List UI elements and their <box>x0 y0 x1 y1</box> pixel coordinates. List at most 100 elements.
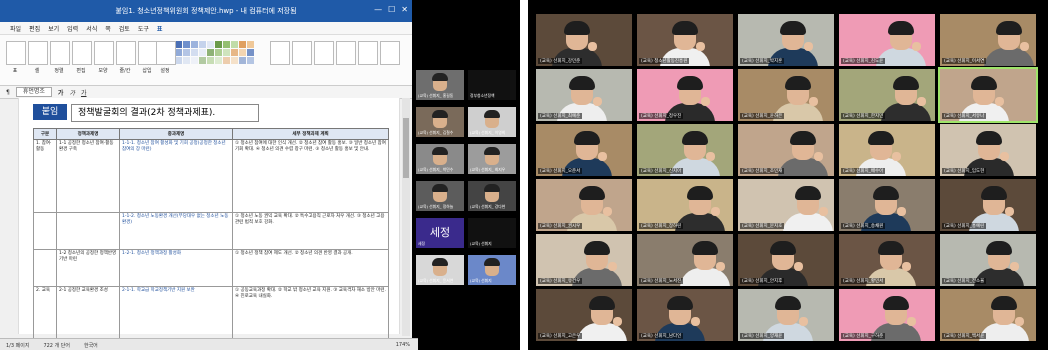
table-cell[interactable]: ① 청소년 노동 권익 교육 확대. ② 특수고용직 근로자 처우 개선. ③ … <box>232 212 389 250</box>
participant-video-tile[interactable]: (교육) 선휘지_이서연 <box>940 14 1036 66</box>
participant-video-tile[interactable]: (교육) 선휘지_장하린 <box>637 179 733 231</box>
zoom-level[interactable]: 174% <box>396 342 410 348</box>
participant-video-tile[interactable]: (교육) 선휘지_전소율 <box>940 234 1036 286</box>
table-cell[interactable]: 1. 참여·활동 <box>33 139 57 213</box>
table-style-swatches[interactable] <box>175 41 254 64</box>
ribbon-button[interactable] <box>138 41 158 65</box>
menu-item[interactable]: 파일 <box>10 24 21 33</box>
table-cell[interactable] <box>33 212 57 250</box>
participant-thumbnail[interactable]: (교육) 선휘지 <box>468 218 516 248</box>
ribbon-button[interactable] <box>292 41 312 65</box>
participant-thumbnail[interactable]: 정부청소년정책 <box>468 70 516 100</box>
participant-thumbnail[interactable]: (교육) 선휘지_ 김철수 <box>416 107 464 137</box>
participant-thumbnail[interactable]: (교육) 선휘지_ 윤서연 <box>416 255 464 285</box>
menu-item[interactable]: 서식 <box>86 24 97 33</box>
participant-video-tile[interactable]: (교육) 선휘지_오준서 <box>536 124 632 176</box>
participant-thumbnail[interactable]: (교육) 선휘지_ 홍길동 <box>416 70 464 100</box>
table-cell[interactable]: 1-1-2. 청소년 노동환경 개선(부당대우 없는 청소년 노동환경) <box>119 212 233 250</box>
vertical-scrollbar[interactable] <box>402 98 410 336</box>
ribbon-button[interactable] <box>336 41 356 65</box>
menu-item[interactable]: 편집 <box>29 24 40 33</box>
participant-video-tile[interactable]: (교육) 선휘지_양재윤 <box>738 289 834 341</box>
table-cell[interactable]: ① 청소년 정책 참여 제도 개선. ② 청소년 의견 반영 결과 공개. <box>232 249 389 287</box>
ribbon-button[interactable] <box>380 41 400 65</box>
participant-video-tile[interactable]: (교육) 선휘지_서유나 <box>938 67 1038 123</box>
ribbon-button[interactable] <box>28 41 48 65</box>
participant-video-tile[interactable]: (교육) 선휘지_안지후 <box>738 234 834 286</box>
ribbon-button[interactable] <box>94 41 114 65</box>
table-cell[interactable] <box>33 249 57 287</box>
ribbon-button[interactable] <box>6 41 26 65</box>
ribbon-button[interactable] <box>116 41 136 65</box>
menu-item[interactable]: 검토 <box>119 24 130 33</box>
participant-video-tile[interactable]: (교육) 선휘지_송채원 <box>839 179 935 231</box>
participant-thumbnail[interactable]: (교육) 선휘지_ 이영희 <box>468 107 516 137</box>
participant-name-label: (교육) 선휘지_최예준 <box>538 113 583 119</box>
close-icon[interactable]: ✕ <box>401 5 408 14</box>
table-cell[interactable]: 1-2 청소년의 공정한 정책반영 기반 마련 <box>56 249 120 287</box>
participant-video-tile[interactable]: (교육) 선휘지_신지아 <box>637 124 733 176</box>
participant-hair <box>692 241 718 255</box>
heart-gesture-hand <box>593 97 602 106</box>
heart-gesture-hand <box>902 262 911 271</box>
participant-thumbnail[interactable]: (교육) 선휘지_ 박민수 <box>416 144 464 174</box>
menu-item[interactable]: 쪽 <box>105 24 111 33</box>
table-cell[interactable]: 1-2-1. 청소년 정책과정 활성화 <box>119 249 233 287</box>
participant-video-tile[interactable]: (교육) 선휘지_배수아 <box>839 124 935 176</box>
participant-video-tile[interactable]: (교육) 선휘지_윤하은 <box>738 69 834 121</box>
participant-video-tile[interactable]: (교육) 선휘지_남다인 <box>637 289 733 341</box>
participant-hair <box>780 21 806 35</box>
participant-video-tile[interactable]: (교육) 청소년활동진흥원 <box>637 14 733 66</box>
participant-video-tile[interactable]: (교육) 선휘지_황민서 <box>839 234 935 286</box>
menu-item[interactable]: 표 <box>157 24 163 33</box>
participant-hair <box>996 21 1022 35</box>
participant-video-tile[interactable]: (교육) 선휘지_문지호 <box>738 179 834 231</box>
participant-thumbnail[interactable]: (교육) 선휘지_ 강다현 <box>468 181 516 211</box>
italic-icon[interactable]: 가 <box>69 88 75 97</box>
participant-video-tile[interactable]: (교육) 선휘지_김도윤 <box>839 14 935 66</box>
ribbon-button[interactable] <box>314 41 334 65</box>
bold-icon[interactable]: 가 <box>58 88 64 97</box>
menu-item[interactable]: 도구 <box>138 24 149 33</box>
participant-thumbnail[interactable]: (교육) 선휘지 <box>468 255 516 285</box>
participant-video-tile[interactable]: (교육) 선휘지_홍예린 <box>940 179 1036 231</box>
participant-video-tile[interactable]: (교육) 선휘지_임도현 <box>940 124 1036 176</box>
participant-name-label: (교육) 선휘지_ 박민수 <box>418 167 454 172</box>
participant-video-tile[interactable]: (교육) 선휘지_조민재 <box>738 124 834 176</box>
maximize-icon[interactable]: ☐ <box>388 5 395 14</box>
underline-icon[interactable]: 가 <box>81 88 87 97</box>
ribbon-button[interactable] <box>358 41 378 65</box>
participant-video-tile[interactable]: (교육) 선휘지_권시우 <box>536 179 632 231</box>
ribbon-button[interactable] <box>156 41 176 65</box>
menu-item[interactable]: 입력 <box>67 24 78 33</box>
participant-thumbnail[interactable]: 세정 세정 <box>416 218 464 248</box>
participant-video-tile[interactable]: (교육) 선휘지_박지훈 <box>738 14 834 66</box>
participant-video-tile[interactable]: (교육) 선휘지_정우진 <box>637 69 733 121</box>
participant-hair <box>770 241 796 255</box>
ribbon-button[interactable] <box>72 41 92 65</box>
participant-video-tile[interactable]: (교육) 선휘지_강민준 <box>536 14 632 66</box>
participant-hair <box>878 241 904 255</box>
menu-item[interactable]: 보기 <box>48 24 59 33</box>
table-cell[interactable] <box>56 212 120 250</box>
font-select[interactable]: 휴먼명조 <box>15 87 52 97</box>
ribbon-button[interactable] <box>270 41 290 65</box>
participant-thumbnail[interactable]: (교육) 선휘지_ 정하늘 <box>416 181 464 211</box>
participant-video-tile[interactable]: (교육) 선휘지_백서윤 <box>940 289 1036 341</box>
participant-video-tile[interactable]: (교육) 선휘지_구하준 <box>839 289 935 341</box>
paragraph-icon[interactable]: ¶ <box>6 89 10 96</box>
participant-video-tile[interactable]: (교육) 선휘지_고은우 <box>536 289 632 341</box>
table-header: 정책과제명 <box>56 128 120 140</box>
participant-thumbnail[interactable]: (교육) 선휘지_ 최지우 <box>468 144 516 174</box>
participant-video-tile[interactable]: (교육) 선휘지_유건우 <box>536 234 632 286</box>
minimize-icon[interactable]: — <box>374 5 382 14</box>
participant-video-tile[interactable]: (교육) 선휘지_한지민 <box>839 69 935 121</box>
table-cell[interactable]: 1-1 공정한 청소년 참여·활동 환경 구축 <box>56 139 120 213</box>
table-cell[interactable]: 1-1-1. 청소년 참여 활성화 및 기회 공정(공정한 청소년 참여의 장 … <box>119 139 233 213</box>
scrollbar-thumb[interactable] <box>403 118 409 178</box>
heart-gesture-hand <box>804 42 813 51</box>
participant-video-tile[interactable]: (교육) 선휘지_최예준 <box>536 69 632 121</box>
table-cell[interactable]: ① 청소년 참여에 대한 인식 개선. ② 청소년 참여 활동 홍보. ③ 일반… <box>232 139 389 213</box>
ribbon-button[interactable] <box>50 41 70 65</box>
participant-video-tile[interactable]: (교육) 선휘지_노서진 <box>637 234 733 286</box>
